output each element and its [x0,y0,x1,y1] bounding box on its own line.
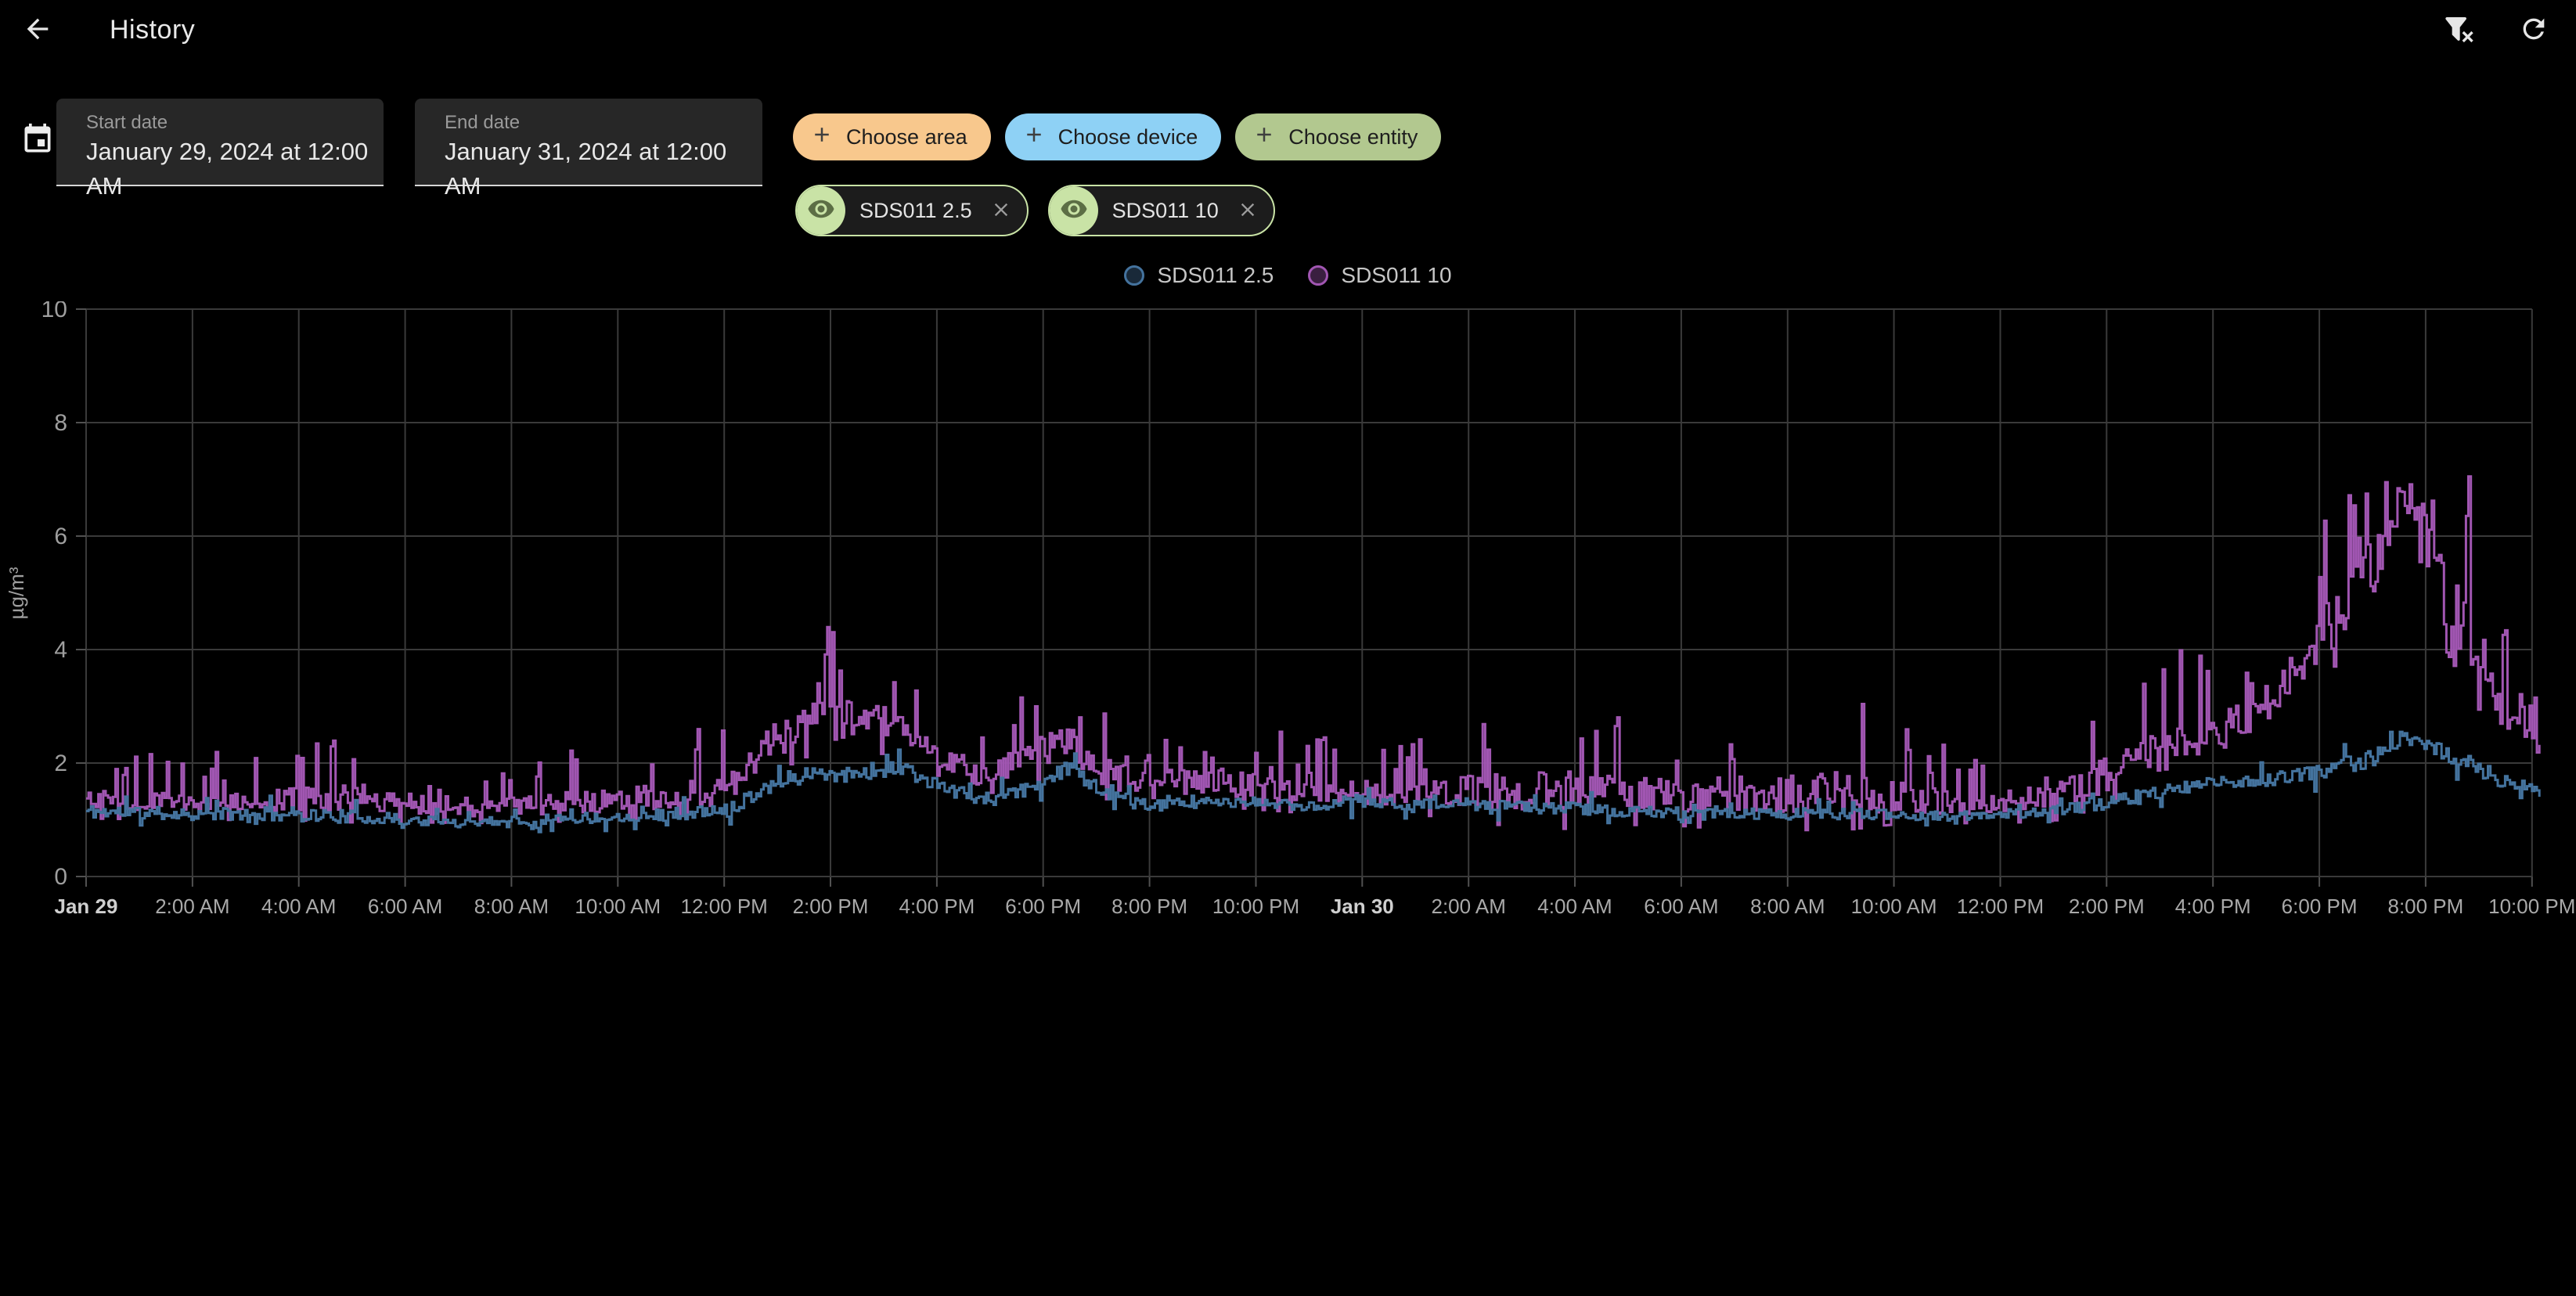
plus-icon [810,123,834,152]
filter-remove-icon [2443,13,2474,47]
visibility-toggle[interactable] [1049,186,1098,235]
page-title: History [110,14,196,45]
svg-text:2:00 PM: 2:00 PM [2069,895,2145,918]
end-date-value: January 31, 2024 at 12:00 AM [445,138,727,200]
refresh-button[interactable] [2515,11,2553,49]
svg-text:6:00 PM: 6:00 PM [1005,895,1081,918]
legend-item-sds011-2-5[interactable]: SDS011 2.5 [1124,263,1274,288]
choose-entity-label: Choose entity [1288,124,1418,149]
svg-text:8:00 PM: 8:00 PM [2387,895,2463,918]
arrow-left-icon [22,13,53,47]
svg-text:0: 0 [54,864,67,890]
svg-text:8:00 PM: 8:00 PM [1111,895,1187,918]
svg-text:6: 6 [54,524,67,549]
entity-chip-sds011-10[interactable]: SDS011 10 [1047,185,1275,236]
svg-text:10: 10 [41,301,67,322]
remove-entity-button[interactable] [1236,199,1259,222]
legend-marker-purple [1308,265,1329,286]
entity-chip-label: SDS011 2.5 [859,198,972,222]
choose-area-label: Choose area [846,124,967,149]
svg-text:10:00 PM: 10:00 PM [2488,895,2575,918]
svg-text:Jan 30: Jan 30 [1331,895,1394,918]
svg-text:4:00 PM: 4:00 PM [899,895,975,918]
eye-icon [1060,195,1088,227]
svg-text:2:00 AM: 2:00 AM [155,895,229,918]
choose-entity-chip[interactable]: Choose entity [1235,113,1442,160]
svg-text:10:00 AM: 10:00 AM [575,895,661,918]
filter-chips-row: Choose area Choose device Choose entity [793,113,1442,160]
svg-text:4:00 AM: 4:00 AM [1537,895,1612,918]
refresh-icon [2518,13,2549,47]
svg-text:µg/m³: µg/m³ [5,567,28,619]
history-chart[interactable]: Jan 29 2:00 AM 4:00 AM 6:00 AM 8:00 AM 10:00 … [0,297,2576,927]
close-icon [990,199,1012,223]
entity-chip-sds011-2-5[interactable]: SDS011 2.5 [795,185,1029,236]
legend-label: SDS011 10 [1341,263,1452,287]
end-date-field[interactable]: End date January 31, 2024 at 12:00 AM [415,99,762,200]
svg-text:8:00 AM: 8:00 AM [474,895,549,918]
history-page: History Start date January 29, 2024 at 1… [0,0,2576,1296]
legend-item-sds011-10[interactable]: SDS011 10 [1308,263,1452,288]
remove-filters-button[interactable] [2440,11,2477,49]
start-date-field[interactable]: Start date January 29, 2024 at 12:00 AM [56,99,384,200]
svg-text:2: 2 [54,751,67,776]
svg-text:6:00 PM: 6:00 PM [2282,895,2358,918]
svg-text:2:00 AM: 2:00 AM [1431,895,1505,918]
close-icon [1237,199,1259,223]
start-date-value: January 29, 2024 at 12:00 AM [86,138,369,200]
legend-marker-blue [1124,265,1145,286]
chart-legend: SDS011 2.5 SDS011 10 [0,263,2576,288]
svg-text:8:00 AM: 8:00 AM [1750,895,1825,918]
plus-icon [1022,123,1046,152]
svg-text:6:00 AM: 6:00 AM [1644,895,1718,918]
app-header: History [0,0,2576,59]
entity-chips-row: SDS011 2.5 SDS011 10 [795,185,1275,236]
svg-text:2:00 PM: 2:00 PM [793,895,869,918]
choose-device-label: Choose device [1057,124,1198,149]
svg-text:Jan 29: Jan 29 [55,895,118,918]
choose-area-chip[interactable]: Choose area [793,113,991,160]
svg-text:12:00 PM: 12:00 PM [1957,895,2044,918]
calendar-icon [20,122,55,157]
visibility-toggle[interactable] [797,186,845,235]
svg-text:10:00 PM: 10:00 PM [1212,895,1299,918]
history-chart-svg[interactable]: Jan 29 2:00 AM 4:00 AM 6:00 AM 8:00 AM 10:00 … [0,297,2576,927]
end-date-label: End date [445,112,521,133]
svg-text:4:00 PM: 4:00 PM [2175,895,2251,918]
back-button[interactable] [19,11,56,49]
entity-chip-label: SDS011 10 [1111,198,1219,222]
remove-entity-button[interactable] [989,199,1013,222]
svg-text:8: 8 [54,410,67,436]
svg-text:4:00 AM: 4:00 AM [261,895,336,918]
svg-text:6:00 AM: 6:00 AM [368,895,442,918]
svg-text:4: 4 [54,637,67,663]
svg-text:10:00 AM: 10:00 AM [1851,895,1937,918]
start-date-label: Start date [86,112,168,133]
choose-device-chip[interactable]: Choose device [1004,113,1222,160]
svg-text:12:00 PM: 12:00 PM [681,895,768,918]
legend-label: SDS011 2.5 [1157,263,1274,287]
eye-icon [807,195,835,227]
plus-icon [1252,123,1276,152]
